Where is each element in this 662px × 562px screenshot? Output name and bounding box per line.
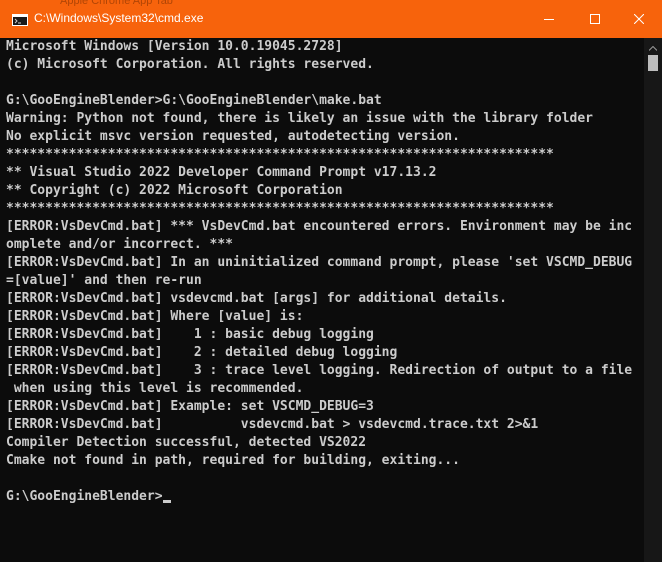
cmd-window: Apple Chrome App Tab C:\Windows\System32… (0, 0, 662, 562)
console-line: =[value]' and then re-run (6, 273, 202, 288)
console-line: omplete and/or incorrect. *** (6, 237, 233, 252)
console-text: Microsoft Windows [Version 10.0.19045.27… (6, 38, 632, 506)
console-line: ** Visual Studio 2022 Developer Command … (6, 165, 437, 180)
cmd-app-icon[interactable] (12, 13, 28, 26)
console-line: [ERROR:VsDevCmd.bat] 2 : detailed debug … (6, 345, 398, 360)
window-title: C:\Windows\System32\cmd.exe (34, 11, 204, 25)
console-line: [ERROR:VsDevCmd.bat] *** VsDevCmd.bat en… (6, 219, 633, 234)
console-line: ****************************************… (6, 147, 554, 162)
console-line: [ERROR:VsDevCmd.bat] vsdevcmd.bat [args]… (6, 291, 507, 306)
console-line: [ERROR:VsDevCmd.bat] In an uninitialized… (6, 255, 633, 270)
console-line: Compiler Detection successful, detected … (6, 435, 367, 450)
command-prompt[interactable]: G:\GooEngineBlender> (6, 488, 632, 506)
console-line: Cmake not found in path, required for bu… (6, 453, 460, 468)
scroll-thumb[interactable] (648, 55, 658, 71)
close-icon (634, 14, 644, 24)
console-line: Microsoft Windows [Version 10.0.19045.27… (6, 39, 343, 54)
console-line: No explicit msvc version requested, auto… (6, 129, 460, 144)
vertical-scrollbar[interactable] (644, 38, 662, 562)
title-bar[interactable]: Apple Chrome App Tab C:\Windows\System32… (0, 0, 662, 38)
maximize-icon (590, 14, 600, 24)
console-line: Warning: Python not found, there is like… (6, 111, 593, 126)
scroll-up-button[interactable] (644, 42, 662, 54)
console-line: ** Copyright (c) 2022 Microsoft Corporat… (6, 183, 343, 198)
background-window-tabs: Apple Chrome App Tab (60, 0, 173, 6)
maximize-button[interactable] (572, 0, 618, 38)
console-line: [ERROR:VsDevCmd.bat] vsdevcmd.bat > vsde… (6, 417, 539, 432)
console-output[interactable]: Microsoft Windows [Version 10.0.19045.27… (0, 38, 644, 562)
console-line: G:\GooEngineBlender>G:\GooEngineBlender\… (6, 93, 382, 108)
console-line: [ERROR:VsDevCmd.bat] 1 : basic debug log… (6, 327, 374, 342)
scroll-up-arrow-icon (649, 45, 657, 51)
close-button[interactable] (616, 0, 662, 38)
prompt-path: G:\GooEngineBlender> (6, 489, 163, 504)
console-line: (c) Microsoft Corporation. All rights re… (6, 57, 374, 72)
minimize-button[interactable] (526, 0, 572, 38)
console-line: when using this level is recommended. (6, 381, 304, 396)
text-cursor (162, 500, 171, 503)
minimize-icon (544, 19, 554, 20)
console-line: [ERROR:VsDevCmd.bat] Where [value] is: (6, 309, 304, 324)
console-line: ****************************************… (6, 201, 554, 216)
console-line: [ERROR:VsDevCmd.bat] 3 : trace level log… (6, 363, 633, 378)
console-line: [ERROR:VsDevCmd.bat] Example: set VSCMD_… (6, 399, 374, 414)
